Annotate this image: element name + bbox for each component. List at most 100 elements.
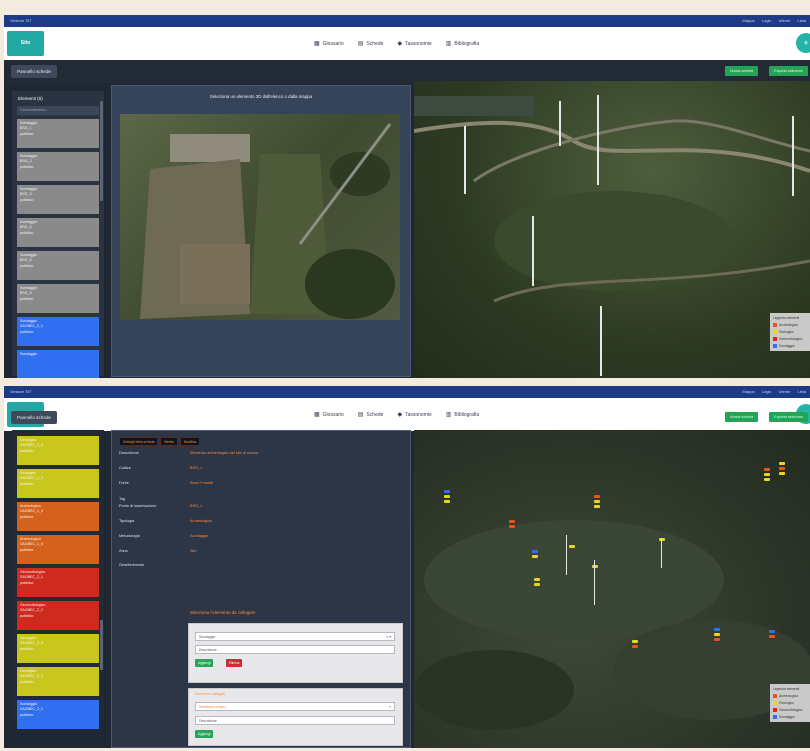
new-card-button[interactable]: Nuova scheda — [725, 66, 758, 76]
menu-bibliografia[interactable]: ▥ Bibliografia — [446, 411, 479, 418]
export-button[interactable]: Esporta selezione — [769, 66, 808, 76]
map-marker[interactable] — [569, 545, 575, 548]
add-button[interactable]: Aggiungi — [195, 659, 214, 667]
add-round-button[interactable]: + — [796, 33, 810, 53]
sidebar-item[interactable]: Sondaggio BSG_6 pubblico — [17, 284, 99, 313]
sidebar-item[interactable]: Geomorfologico SAGBEC_2_1 pubblico — [17, 568, 99, 597]
menu-glossario[interactable]: ▦ Glossario — [314, 411, 344, 418]
sidebar-scrollbar[interactable] — [100, 620, 103, 670]
sidebar-item-line3: pubblico — [20, 514, 34, 519]
map-marker[interactable] — [594, 500, 600, 503]
sidebar-item[interactable]: Sondaggio SAGBEC_2_1 pubblico — [17, 317, 99, 346]
map-marker[interactable] — [779, 462, 785, 465]
linked-add-button[interactable]: Aggiungi — [195, 730, 214, 738]
sidebar-item[interactable]: Archeologico SAGBEC_1_5 pubblico — [17, 535, 99, 564]
sidebar-scrollbar[interactable] — [100, 101, 103, 201]
menu-schede[interactable]: ▤ Schede — [358, 411, 384, 418]
sidebar-item[interactable]: Geomorfologico SAGBEC_2_2 pubblico — [17, 601, 99, 630]
tab-edit[interactable]: Modifica — [179, 437, 201, 446]
menu-glossario[interactable]: ▦ Glossario — [314, 40, 344, 47]
field-value[interactable]: Elemento archeologico del sito di ricerc… — [190, 451, 258, 455]
legend-label: Geologico — [779, 701, 794, 705]
field-value[interactable]: BSG_1 — [190, 504, 202, 508]
map-marker[interactable] — [509, 525, 515, 528]
field-value[interactable]: Archeologico — [190, 519, 212, 523]
map-marker[interactable] — [714, 628, 720, 631]
map-marker[interactable] — [532, 555, 538, 558]
map-marker[interactable] — [444, 495, 450, 498]
sidebar-item[interactable]: Geologico SAGBEC_2_4 pubblico — [17, 667, 99, 696]
sidebar-item[interactable]: Sondaggio BSG_3 pubblico — [17, 185, 99, 214]
tab-details[interactable]: Dettagli della scheda — [119, 437, 159, 446]
remove-button[interactable]: Elimina — [226, 659, 243, 667]
map-marker[interactable] — [600, 306, 602, 376]
map-marker[interactable] — [444, 490, 450, 493]
map-marker[interactable] — [779, 472, 785, 475]
panel-toggle-button[interactable]: Pannello schede — [11, 65, 57, 78]
map-marker[interactable] — [559, 101, 561, 146]
map-marker[interactable] — [764, 473, 770, 476]
field-value[interactable]: BSG_1 — [190, 466, 202, 470]
top-strip-right[interactable]: Mappa Login Utente Lista — [742, 15, 806, 27]
map-marker[interactable] — [769, 635, 775, 638]
menu-tassonomie[interactable]: ◆ Tassonomie — [397, 40, 431, 47]
sidebar-item[interactable]: Geologico SAGBEC_1_2 pubblico — [17, 436, 99, 465]
linked-type-select[interactable]: Seleziona un tipo... ▾ — [195, 702, 395, 711]
map-marker[interactable] — [534, 578, 540, 581]
legend-label: Geologico — [779, 330, 794, 334]
map-marker[interactable] — [792, 116, 794, 196]
description-input[interactable]: Descrizione — [195, 645, 395, 654]
map-marker[interactable] — [714, 638, 720, 641]
map-marker[interactable] — [532, 550, 538, 553]
map-marker[interactable] — [714, 633, 720, 636]
map-marker[interactable] — [764, 478, 770, 481]
sidebar-item[interactable]: Archeologico SAGBEC_1_4 pubblico — [17, 502, 99, 531]
legend-item: Archeologico — [773, 323, 807, 327]
satellite-map[interactable]: Legenda elementi Archeologico Geologico Ge… — [414, 81, 810, 378]
panel-toggle-button[interactable]: Pannello schede — [11, 411, 57, 424]
sidebar-item-line3: pubblico — [20, 197, 34, 202]
map-marker[interactable] — [594, 495, 600, 498]
map-marker[interactable] — [592, 565, 598, 568]
menu-schede[interactable]: ▤ Schede — [358, 40, 384, 47]
top-strip-right[interactable]: Mappa Login Utente Lista — [742, 386, 806, 398]
sidebar-item[interactable]: Sondaggio BSG_2 pubblico — [17, 152, 99, 181]
map-marker[interactable] — [659, 538, 665, 541]
map-marker[interactable] — [779, 467, 785, 470]
linked-description-input[interactable]: Descrizione — [195, 716, 395, 725]
new-card-button[interactable]: Nuova scheda — [725, 412, 758, 422]
legend-item: Geomorfologico — [773, 337, 807, 341]
logo-button[interactable]: Sito — [7, 31, 44, 56]
field-value[interactable]: Sito — [190, 549, 197, 553]
search-input[interactable]: Cerca elemento... — [17, 106, 99, 115]
map-legend: Legenda elementi Archeologico Geologico Ge… — [770, 684, 810, 722]
sidebar-item[interactable]: Sondaggio SAGBEC_3_1 pubblico — [17, 700, 99, 729]
map-marker[interactable] — [509, 520, 515, 523]
export-button[interactable]: Esporta selezione — [769, 412, 808, 422]
sidebar-item[interactable]: Sondaggio BSG_1 pubblico — [17, 119, 99, 148]
aerial-photo[interactable] — [120, 114, 400, 320]
map-marker[interactable] — [632, 645, 638, 648]
field-value[interactable]: Scavi Fumetti — [190, 481, 213, 485]
map-marker[interactable] — [769, 630, 775, 633]
map-marker[interactable] — [597, 95, 599, 185]
map-marker[interactable] — [594, 505, 600, 508]
map-marker[interactable] — [532, 216, 534, 286]
sidebar-item[interactable]: Sondaggio BSG_5 pubblico — [17, 251, 99, 280]
satellite-map[interactable]: Legenda elementi Archeologico Geologico Ge… — [414, 430, 810, 748]
type-select[interactable]: Sondaggio × ▾ — [195, 632, 395, 641]
field-value[interactable]: Sondaggio — [190, 534, 208, 538]
sidebar-item[interactable]: Sondaggio BSG_4 pubblico — [17, 218, 99, 247]
map-marker[interactable] — [444, 500, 450, 503]
sidebar-item[interactable]: Geologico SAGBEC_1_3 pubblico — [17, 469, 99, 498]
map-marker[interactable] — [632, 640, 638, 643]
map-marker[interactable] — [764, 468, 770, 471]
map-marker[interactable] — [464, 126, 466, 194]
map-marker[interactable] — [534, 583, 540, 586]
menu-bibliografia[interactable]: ▥ Bibliografia — [446, 40, 479, 47]
sidebar-item[interactable]: Geologico SAGBEC_2_3 pubblico — [17, 634, 99, 663]
menu-tassonomie[interactable]: ◆ Tassonomie — [397, 411, 431, 418]
sidebar-item[interactable]: Sondaggio — [17, 350, 99, 378]
legend-item: Sondaggio — [773, 344, 807, 348]
tab-media[interactable]: Media — [160, 437, 178, 446]
